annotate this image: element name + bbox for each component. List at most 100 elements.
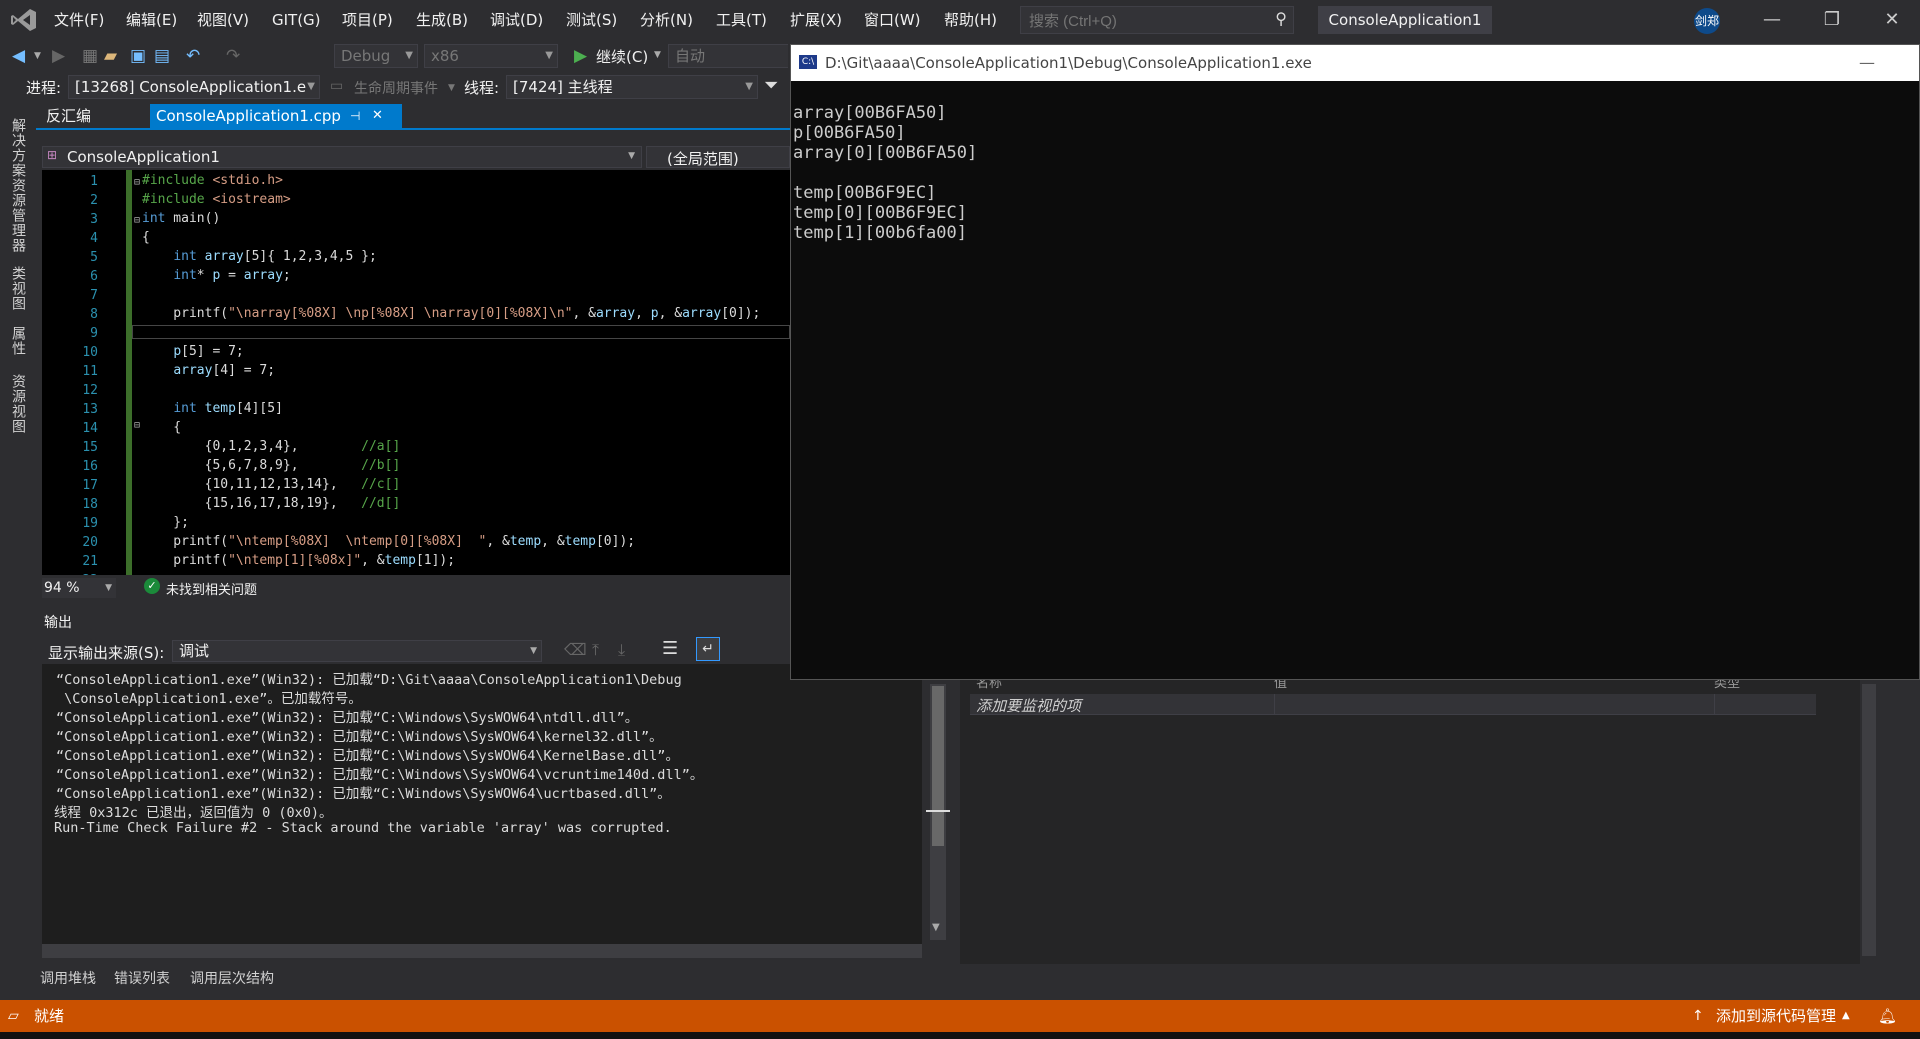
process-dropdown[interactable]: [13268] ConsoleApplication1.e ▼ — [68, 75, 320, 99]
status-ready: 就绪 — [34, 1007, 65, 1025]
continue-button[interactable]: 继续(C) — [596, 46, 648, 67]
open-folder-icon[interactable]: ▰ — [104, 40, 117, 72]
code-line: int array[5]{ 1,2,3,4,5 }; — [173, 249, 377, 264]
back-icon[interactable]: ◀ — [12, 40, 25, 72]
search-input[interactable] — [1027, 10, 1261, 32]
line-number: 6 — [90, 269, 98, 284]
scope-dropdown[interactable]: ⊞ ConsoleApplication1 ▼ — [42, 146, 642, 168]
tab-error-list[interactable]: 错误列表 — [114, 968, 170, 990]
menu-view[interactable]: 视图(V) — [197, 0, 249, 40]
thread-value: [7424] 主线程 — [513, 78, 613, 96]
word-wrap-icon[interactable]: ↵ — [696, 637, 720, 661]
menu-git[interactable]: GIT(G) — [272, 0, 321, 40]
configuration-value: Debug — [341, 47, 391, 65]
auto-dropdown[interactable]: 自动 — [668, 44, 788, 68]
tab-resource-view[interactable]: 资源视图 — [8, 374, 28, 434]
notification-bell-icon[interactable]: 🔔︎ — [1878, 1000, 1897, 1032]
tab-source-file[interactable]: ConsoleApplication1.cpp ⊣ ✕ — [150, 104, 402, 128]
menu-debug[interactable]: 调试(D) — [490, 0, 543, 40]
clear-output-icon[interactable]: ⌫ — [564, 640, 587, 659]
lifecycle-events-button[interactable]: 生命周期事件 — [354, 78, 438, 98]
code-line: p[5] = 7; — [173, 344, 244, 359]
tab-solution-explorer[interactable]: 解决方案资源管理器 — [8, 118, 28, 253]
line-number: 9 — [90, 326, 98, 341]
zoom-dropdown[interactable]: 94 % ▼ — [42, 578, 116, 598]
member-dropdown[interactable]: (全局范围) — [646, 146, 790, 168]
menu-extensions[interactable]: 扩展(X) — [790, 0, 842, 40]
tab-call-stack[interactable]: 调用堆栈 — [40, 968, 96, 990]
console-minimize-icon[interactable]: — — [1859, 45, 1875, 81]
output-line: \ConsoleApplication1.exe”。已加载符号。 — [56, 691, 362, 707]
tab-properties[interactable]: 属性 — [8, 326, 28, 356]
menu-test[interactable]: 测试(S) — [566, 0, 617, 40]
add-to-source-control[interactable]: 添加到源代码管理 — [1716, 1000, 1836, 1032]
restore-icon[interactable]: ❐ — [1802, 0, 1862, 40]
output-window-icon[interactable]: ▱ — [8, 1000, 19, 1032]
watch-panel: 名称 值 类型 添加要监视的项 — [960, 674, 1860, 964]
tab-close-icon[interactable]: ✕ — [372, 104, 383, 128]
line-number: 2 — [90, 193, 98, 208]
search-box[interactable]: ⚲ — [1020, 6, 1294, 34]
console-line: array[0][00B6FA50] — [793, 143, 978, 163]
menu-help[interactable]: 帮助(H) — [944, 0, 997, 40]
clear-all-icon[interactable]: ☰ — [662, 638, 678, 659]
lifecycle-icon[interactable]: ▭ — [330, 78, 343, 94]
avatar[interactable]: 剑郑 — [1694, 8, 1720, 34]
save-icon[interactable]: ▣ — [130, 40, 146, 72]
watch-scrollbar[interactable] — [1862, 684, 1876, 956]
output-line: “ConsoleApplication1.exe”(Win32): 已加载“C:… — [56, 710, 639, 726]
tab-disassembly[interactable]: 反汇编 — [40, 104, 97, 128]
title-bar: 文件(F) 编辑(E) 视图(V) GIT(G) 项目(P) 生成(B) 调试(… — [0, 0, 1920, 40]
back-dropdown-icon[interactable]: ▼ — [34, 40, 41, 72]
output-text-area[interactable]: “ConsoleApplication1.exe”(Win32): 已加载“D:… — [42, 664, 922, 944]
next-message-icon[interactable]: ⤓ — [618, 640, 625, 660]
scroll-down-icon[interactable]: ▼ — [932, 922, 940, 933]
filter-icon[interactable]: ⏷ — [764, 75, 778, 96]
menu-window[interactable]: 窗口(W) — [864, 0, 921, 40]
caret-up-icon[interactable]: ▲ — [1842, 1000, 1850, 1032]
collapse-icon[interactable]: ⊟ — [134, 177, 140, 188]
scope-dropdown-icon: ▼ — [628, 151, 635, 161]
line-number: 15 — [82, 440, 98, 455]
new-item-icon[interactable]: ▦ — [82, 40, 98, 72]
continue-icon[interactable]: ▶ — [574, 40, 587, 72]
prev-message-icon[interactable]: ⤒ — [592, 640, 599, 660]
watch-col-divider — [1274, 694, 1275, 714]
redo-icon[interactable]: ↷ — [226, 40, 240, 72]
console-window[interactable]: C:\ D:\Git\aaaa\ConsoleApplication1\Debu… — [790, 44, 1920, 680]
arrow-up-icon: ↑ — [1692, 1008, 1704, 1024]
minimize-icon[interactable]: — — [1742, 0, 1802, 40]
code-editor[interactable]: 12345678910111213141516171819202122 ⊟ ⊟ … — [42, 170, 790, 575]
lifecycle-dropdown-icon[interactable]: ▼ — [448, 83, 455, 93]
menu-project[interactable]: 项目(P) — [342, 0, 393, 40]
output-line: “ConsoleApplication1.exe”(Win32): 已加载“D:… — [56, 672, 682, 688]
forward-icon[interactable]: ▶ — [52, 40, 65, 72]
output-scroll-thumb[interactable] — [932, 686, 944, 846]
undo-icon[interactable]: ↶ — [186, 40, 200, 72]
menu-tools[interactable]: 工具(T) — [716, 0, 767, 40]
menu-analyze[interactable]: 分析(N) — [640, 0, 693, 40]
collapse-icon[interactable]: ⊟ — [134, 420, 140, 431]
close-icon[interactable]: ✕ — [1862, 0, 1920, 40]
continue-dropdown-icon[interactable]: ▼ — [654, 50, 661, 60]
tab-call-hierarchy[interactable]: 调用层次结构 — [190, 968, 274, 990]
menu-file[interactable]: 文件(F) — [54, 0, 104, 40]
platform-dropdown[interactable]: x86 ▼ — [424, 44, 558, 68]
collapse-icon[interactable]: ⊟ — [134, 215, 140, 226]
tab-source-label: ConsoleApplication1.cpp — [156, 107, 341, 125]
watch-add-item[interactable]: 添加要监视的项 — [976, 695, 1081, 716]
menu-build[interactable]: 生成(B) — [416, 0, 468, 40]
menu-edit[interactable]: 编辑(E) — [126, 0, 177, 40]
watch-add-row[interactable]: 添加要监视的项 — [970, 694, 1816, 715]
console-title-bar[interactable]: C:\ D:\Git\aaaa\ConsoleApplication1\Debu… — [791, 45, 1919, 81]
line-number: 4 — [90, 231, 98, 246]
tab-class-view[interactable]: 类视图 — [8, 266, 28, 311]
process-label: 进程: — [26, 79, 62, 97]
pin-icon[interactable]: ⊣ — [350, 104, 360, 128]
output-hscrollbar[interactable] — [42, 944, 922, 958]
save-all-icon[interactable]: ▤ — [154, 40, 170, 72]
issues-status[interactable]: 未找到相关问题 — [166, 579, 257, 598]
configuration-dropdown[interactable]: Debug ▼ — [334, 44, 418, 68]
output-source-dropdown[interactable]: 调试 ▼ — [172, 640, 542, 662]
thread-dropdown[interactable]: [7424] 主线程 ▼ — [506, 75, 758, 99]
